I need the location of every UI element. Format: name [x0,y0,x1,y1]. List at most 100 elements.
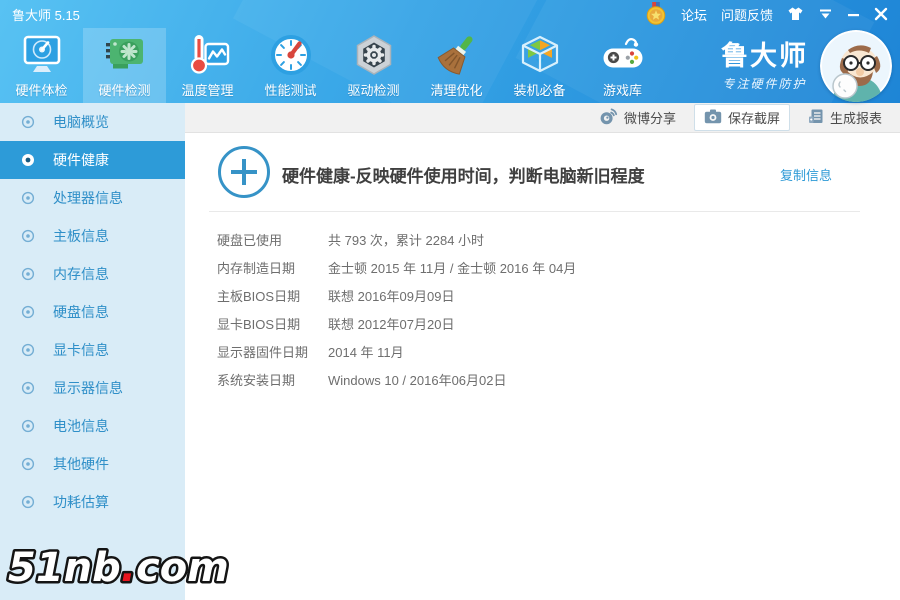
monitor-checkup-icon [18,31,66,79]
sidebar-item-battery[interactable]: 电池信息 [0,407,185,445]
sidebar-item-label: 电脑概览 [53,114,109,130]
info-value: 2014 年 11月 [328,345,404,360]
brand-slogan: 专注硬件防护 [722,76,807,91]
nav-label: 装机必备 [513,83,566,98]
sidebar-item-other-hardware[interactable]: 其他硬件 [0,445,185,483]
radio-icon [21,191,35,205]
plus-circle-icon [218,146,270,198]
sidebar-item-label: 处理器信息 [53,190,123,206]
svg-text:51nb.com: 51nb.com [8,545,229,591]
sidebar-item-disk[interactable]: 硬盘信息 [0,293,185,331]
watermark-dot: . [121,545,136,591]
thermometer-icon [184,31,232,79]
info-label: 硬盘已使用 [217,233,283,248]
page-title: 硬件健康-反映硬件使用时间，判断电脑新旧程度 [282,167,645,186]
watermark-51nb: 51nb.com [2,539,237,598]
copy-info-link[interactable]: 复制信息 [780,165,832,184]
close-button[interactable] [874,7,888,21]
info-label: 显示器固件日期 [217,345,309,360]
sidebar-item-memory[interactable]: 内存信息 [0,255,185,293]
camera-icon [704,109,722,127]
info-value: 联想 2016年09月09日 [328,289,455,304]
nav-item-hardware-checkup[interactable]: 硬件体检 [0,28,83,103]
radio-icon [21,153,35,167]
nav-item-drivers[interactable]: 驱动检测 [332,28,415,103]
nav-item-cleanup[interactable]: 清理优化 [415,28,498,103]
save-screenshot-button[interactable]: 保存截屏 [693,104,790,131]
medal-icon[interactable] [645,2,667,26]
nav-label: 游戏库 [602,83,642,98]
sidebar-item-gpu[interactable]: 显卡信息 [0,331,185,369]
menu-chevron-icon[interactable] [818,7,833,21]
info-row-disk-usage: 硬盘已使用 共 793 次，累计 2284 小时 [217,227,880,255]
feedback-link[interactable]: 问题反馈 [721,5,773,24]
radio-icon [21,495,35,509]
info-row-mb-bios-date: 主板BIOS日期 联想 2016年09月09日 [217,283,880,311]
save-screenshot-label: 保存截屏 [727,111,780,126]
generate-report-label: 生成报表 [829,111,882,126]
speedometer-icon [267,31,315,79]
titlebar-controls: 论坛 问题反馈 [645,2,888,26]
sidebar-item-label: 硬盘信息 [53,304,109,320]
nav-item-games[interactable]: 游戏库 [581,28,664,103]
info-value: 金士顿 2015 年 11月 / 金士顿 2016 年 04月 [328,261,577,276]
sidebar-item-hardware-health[interactable]: 硬件健康 [0,141,185,179]
info-label: 系统安装日期 [217,373,296,388]
radio-icon [21,343,35,357]
brand-area: 鲁大师 专注硬件防护 [721,30,892,102]
forum-link[interactable]: 论坛 [681,5,707,24]
sidebar-item-power-estimate[interactable]: 功耗估算 [0,483,185,521]
weibo-icon [598,106,618,129]
nav-item-hardware-detect[interactable]: 硬件检测 [83,28,166,103]
info-row-os-install-date: 系统安装日期 Windows 10 / 2016年06月02日 [217,367,880,395]
info-row-monitor-firmware-date: 显示器固件日期 2014 年 11月 [217,339,880,367]
cube-icon [516,31,564,79]
brand-logo: 鲁大师 [721,40,808,71]
sidebar-item-label: 显卡信息 [53,342,109,358]
nav-label: 硬件体检 [15,83,68,98]
nav-label: 硬件检测 [98,83,151,98]
sidebar-item-label: 硬件健康 [53,152,109,168]
info-row-gpu-bios-date: 显卡BIOS日期 联想 2012年07月20日 [217,311,880,339]
main-content: 硬件健康-反映硬件使用时间，判断电脑新旧程度 复制信息 硬盘已使用 共 793 … [185,133,900,600]
nav-item-temperature[interactable]: 温度管理 [166,28,249,103]
titlebar: 鲁大师 5.15 论坛 问题反馈 [0,0,900,28]
nav-label: 驱动检测 [347,83,400,98]
generate-report-button[interactable]: 生成报表 [808,108,882,127]
brand-text: 鲁大师 专注硬件防护 [721,41,808,92]
nav-item-performance[interactable]: 性能测试 [249,28,332,103]
report-icon [808,108,824,127]
nav-label: 清理优化 [430,83,483,98]
sidebar-item-cpu[interactable]: 处理器信息 [0,179,185,217]
info-row-memory-date: 内存制造日期 金士顿 2015 年 11月 / 金士顿 2016 年 04月 [217,255,880,283]
divider [209,211,860,212]
radio-icon [21,229,35,243]
sidebar-item-overview[interactable]: 电脑概览 [0,103,185,141]
info-label: 显卡BIOS日期 [217,317,301,332]
minimize-button[interactable] [847,8,860,21]
sidebar-item-label: 主板信息 [53,228,109,244]
ludashi-window: 鲁大师 5.15 论坛 问题反馈 硬件体检 硬件检测 温度管理 性能测试 驱动检… [0,0,900,600]
radio-icon [21,381,35,395]
window-title: 鲁大师 5.15 [12,7,80,23]
sidebar-item-label: 电池信息 [53,418,109,434]
info-label: 主板BIOS日期 [217,289,301,304]
radio-icon [21,305,35,319]
sidebar-item-display[interactable]: 显示器信息 [0,369,185,407]
gpu-card-icon [101,31,149,79]
nav-item-essentials[interactable]: 装机必备 [498,28,581,103]
sidebar-item-label: 功耗估算 [53,494,109,510]
gamepad-icon [599,31,647,79]
nav-label: 温度管理 [181,83,234,98]
sidebar-item-label: 其他硬件 [53,456,109,472]
sidebar-item-motherboard[interactable]: 主板信息 [0,217,185,255]
info-value: 共 793 次，累计 2284 小时 [328,233,485,248]
mascot-avatar[interactable] [820,30,892,102]
toolbar: 微博分享 保存截屏 生成报表 [185,103,900,133]
sidebar-item-label: 显示器信息 [53,380,123,396]
info-value: Windows 10 / 2016年06月02日 [328,373,507,388]
skin-icon[interactable] [787,6,804,22]
radio-icon [21,267,35,281]
weibo-share-button[interactable]: 微博分享 [598,106,676,129]
broom-icon [433,31,481,79]
